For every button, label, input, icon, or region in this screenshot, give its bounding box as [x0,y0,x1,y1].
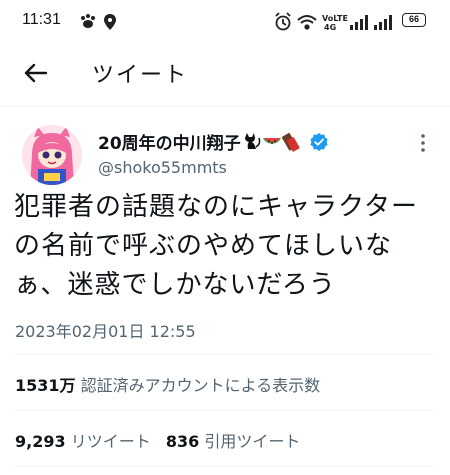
retweets-count: 9,293 [15,432,66,451]
more-options-button[interactable] [419,133,427,153]
engagement-stats: 9,293 リツイート 836 引用ツイート [15,428,300,452]
paw-icon [81,14,95,28]
avatar-image [22,125,82,185]
retweets-label: リツイート [70,432,151,451]
divider [15,466,435,467]
divider [15,354,435,355]
arrow-left-icon [24,63,48,83]
tweet-text-line: ぁ、迷惑でしかないだろう [14,270,336,300]
more-vertical-icon [421,134,425,152]
location-icon [104,14,116,30]
tweet-timestamp[interactable]: 2023年02月01日 12:55 [15,318,196,342]
back-button[interactable] [20,58,50,88]
app-header: ツイート [0,44,450,107]
status-time: 11:31 [22,11,61,28]
tweet-text-line: 犯罪者の話題なのにキャラクター [14,192,418,222]
page-title: ツイート [92,63,189,88]
divider [15,410,435,411]
retweets-stat[interactable]: 9,293 リツイート [15,432,156,451]
user-handle[interactable]: @shoko55mmts [98,158,227,177]
tweet-author: 20周年の中川翔子 @shoko55mmts [22,125,432,185]
quotes-label: 引用ツイート [204,432,301,451]
quotes-stat[interactable]: 836 引用ツイート [166,432,301,451]
views-count: 1531万 [15,376,76,395]
views-stat[interactable]: 1531万 認証済みアカウントによる表示数 [15,372,320,396]
tweet-text-line: の名前で呼ぶのやめてほしいな [14,231,393,261]
volte-icon: VoLTE 4G [322,14,348,32]
display-name[interactable]: 20周年の中川翔子 [98,129,329,154]
wifi-icon [297,15,317,30]
status-bar: 11:31 VoLTE 4G 66 [0,0,450,44]
quotes-count: 836 [165,432,200,451]
verified-badge-icon [310,132,328,151]
battery-icon: 66 [402,13,426,27]
watermelon-icon [262,137,281,144]
avatar[interactable] [22,125,82,185]
signal-icon [350,15,368,30]
chocolate-icon [281,132,300,152]
svg-text:4G: 4G [324,23,336,32]
views-label: 認証済みアカウントによる表示数 [80,376,321,395]
tweet-text: 犯罪者の話題なのにキャラクター の名前で呼ぶのやめてほしいな ぁ、迷惑でしかない… [14,188,442,305]
cat-icon [244,132,260,149]
svg-text:VoLTE: VoLTE [322,14,348,23]
signal-icon-2 [374,15,392,30]
alarm-icon [275,12,291,31]
